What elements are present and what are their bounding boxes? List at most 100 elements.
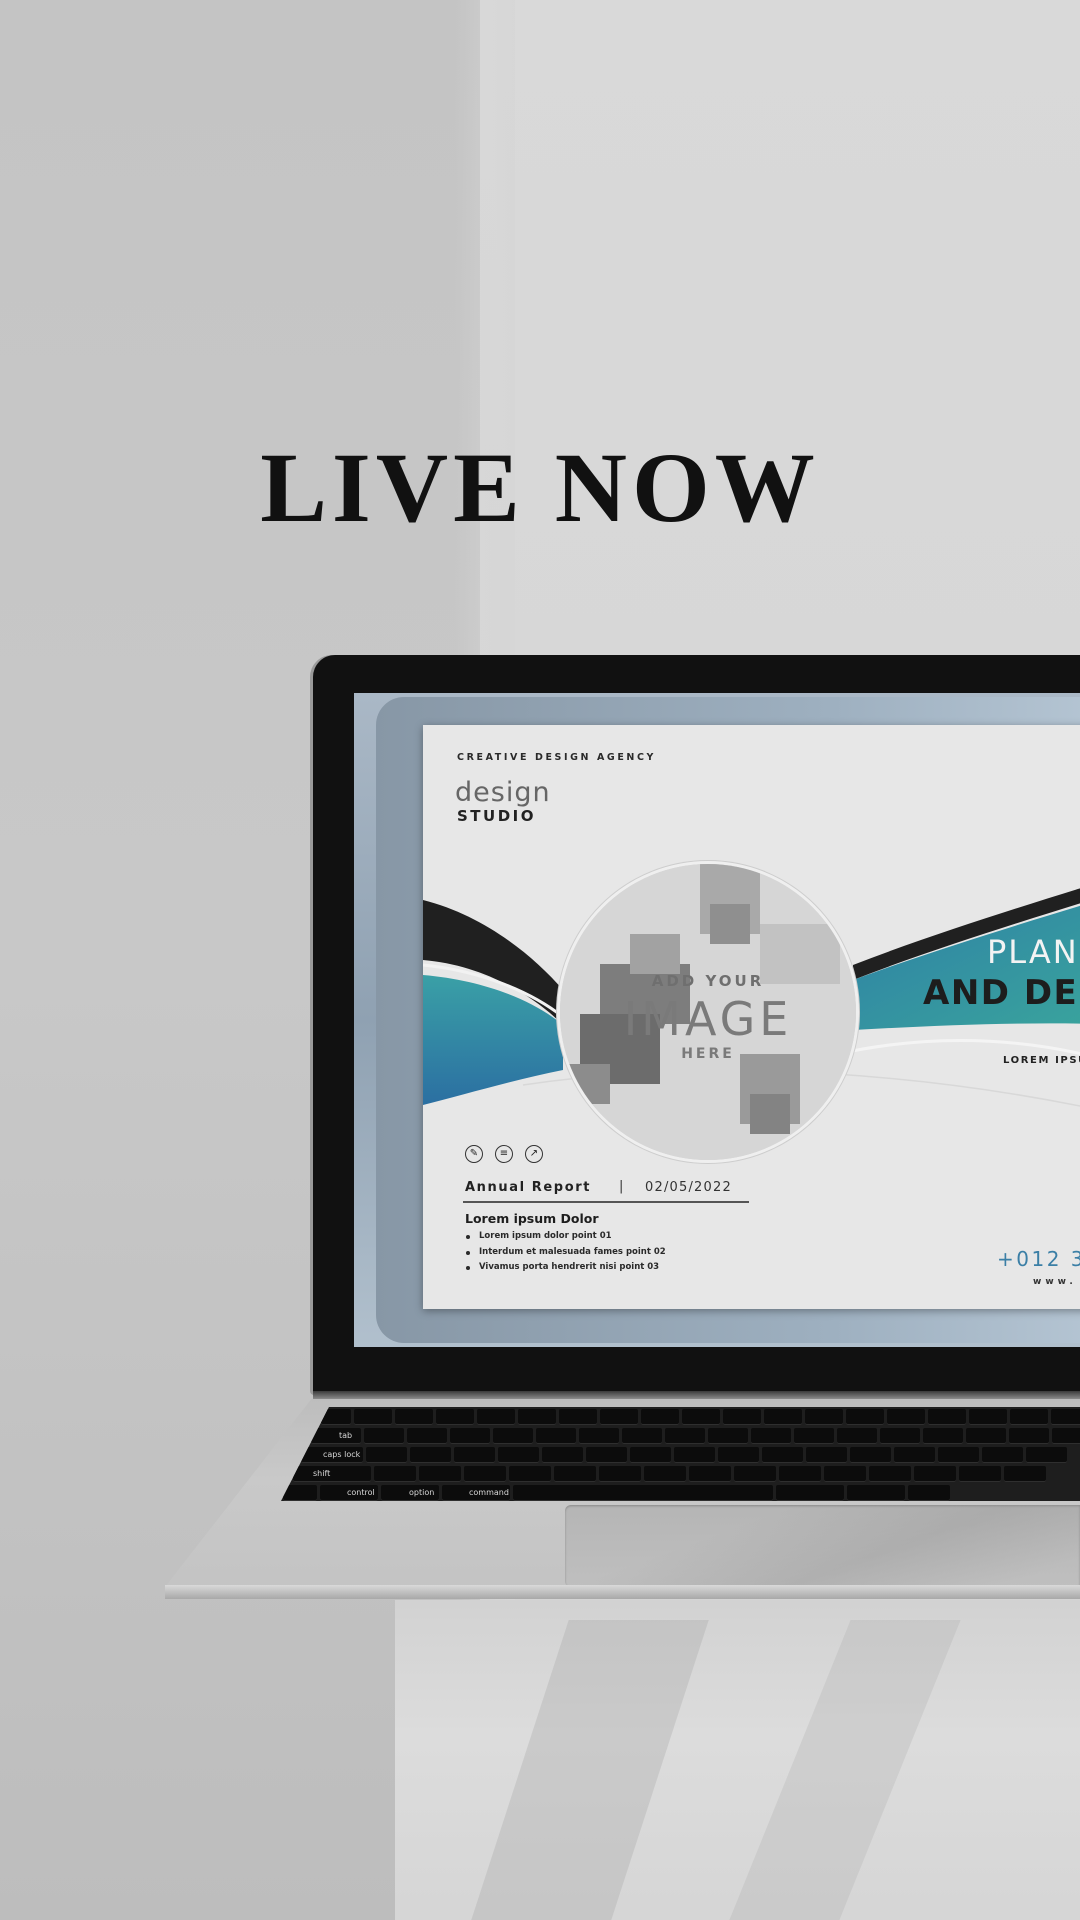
report-label: Annual Report <box>465 1180 592 1195</box>
key <box>586 1447 627 1463</box>
key <box>498 1447 539 1463</box>
key <box>837 1428 877 1444</box>
brochure-document: CREATIVE DESIGN AGENCY design STUDIO ADD… <box>423 725 1080 1309</box>
brand-word: design <box>455 777 551 808</box>
key <box>1010 1409 1048 1425</box>
key <box>764 1409 802 1425</box>
key <box>734 1466 776 1482</box>
key-row <box>321 1409 1080 1425</box>
key-row <box>301 1447 1080 1463</box>
section-heading: Lorem ipsum Dolor <box>465 1211 599 1226</box>
keyboard: tab caps lock shift control option comma… <box>281 1407 1080 1501</box>
key <box>1009 1428 1049 1444</box>
key <box>846 1409 884 1425</box>
key <box>847 1485 905 1501</box>
key-label-tab: tab <box>339 1431 353 1440</box>
key <box>723 1409 761 1425</box>
key <box>536 1428 576 1444</box>
key <box>1004 1466 1046 1482</box>
key <box>880 1428 920 1444</box>
key <box>407 1428 447 1444</box>
image-placeholder-circle: ADD YOUR IMAGE HERE <box>557 861 859 1163</box>
key <box>805 1409 843 1425</box>
base-shadow <box>580 1505 1080 1585</box>
divider <box>463 1201 749 1203</box>
placeholder-line3: HERE <box>681 1046 735 1062</box>
key <box>364 1428 404 1444</box>
agency-label: CREATIVE DESIGN AGENCY <box>457 752 657 763</box>
key-label-option: option <box>409 1488 435 1497</box>
headline-live-now: LIVE NOW <box>260 432 820 543</box>
key <box>1026 1447 1067 1463</box>
chart-icon: ↗ <box>525 1145 543 1163</box>
key <box>644 1466 686 1482</box>
placeholder-line2: IMAGE <box>623 992 793 1046</box>
pixel-block <box>710 904 750 944</box>
key <box>914 1466 956 1482</box>
key <box>419 1466 461 1482</box>
key <box>776 1485 844 1501</box>
key <box>518 1409 556 1425</box>
key <box>959 1466 1001 1482</box>
layers-icon: ≡ <box>495 1145 513 1163</box>
spacebar <box>513 1485 773 1501</box>
key <box>579 1428 619 1444</box>
key <box>630 1447 671 1463</box>
key <box>708 1428 748 1444</box>
photo-scene: LIVE NOW CREATIVE DESIGN AGENCY design S… <box>0 0 1080 1920</box>
key <box>966 1428 1006 1444</box>
key <box>850 1447 891 1463</box>
key <box>311 1428 361 1444</box>
key <box>869 1466 911 1482</box>
website: www. v <box>1033 1277 1080 1287</box>
key <box>599 1466 641 1482</box>
key <box>751 1428 791 1444</box>
key <box>779 1466 821 1482</box>
key <box>477 1409 515 1425</box>
key <box>509 1466 551 1482</box>
list-item: Lorem ipsum dolor point 01 <box>465 1231 666 1247</box>
key <box>928 1409 966 1425</box>
laptop-hinge <box>313 1391 1080 1399</box>
pixel-block <box>560 1064 610 1104</box>
key <box>806 1447 847 1463</box>
key <box>908 1485 950 1501</box>
key <box>464 1466 506 1482</box>
key-label-command: command <box>469 1488 509 1497</box>
key <box>923 1428 963 1444</box>
tagline: LOREM IPSU <box>1003 1055 1080 1066</box>
key <box>641 1409 679 1425</box>
key <box>689 1466 731 1482</box>
pen-icon: ✎ <box>465 1145 483 1163</box>
key <box>436 1409 474 1425</box>
pixel-block <box>630 934 680 974</box>
pixel-block <box>750 1094 790 1134</box>
placeholder-line1: ADD YOUR <box>651 972 765 990</box>
key-row <box>293 1466 1080 1482</box>
key <box>894 1447 935 1463</box>
key-label-shift: shift <box>313 1469 331 1478</box>
laptop-screen: CREATIVE DESIGN AGENCY design STUDIO ADD… <box>354 693 1080 1347</box>
list-item: Interdum et malesuada fames point 02 <box>465 1247 666 1263</box>
key <box>622 1428 662 1444</box>
title-line2: AND DE <box>923 973 1079 1013</box>
key <box>938 1447 979 1463</box>
key <box>1052 1428 1080 1444</box>
key <box>559 1409 597 1425</box>
key <box>969 1409 1007 1425</box>
key <box>674 1447 715 1463</box>
key <box>718 1447 759 1463</box>
phone-number: +012 3 <box>997 1247 1080 1271</box>
key <box>982 1447 1023 1463</box>
list-item: Vivamus porta hendrerit nisi point 03 <box>465 1262 666 1278</box>
key-label-control: control <box>347 1488 375 1497</box>
key <box>283 1485 317 1501</box>
key <box>493 1428 533 1444</box>
key <box>554 1466 596 1482</box>
brand-subtitle: STUDIO <box>457 807 536 825</box>
key <box>1051 1409 1080 1425</box>
key-label-caps-lock: caps lock <box>323 1450 361 1459</box>
key <box>887 1409 925 1425</box>
key <box>682 1409 720 1425</box>
key <box>600 1409 638 1425</box>
